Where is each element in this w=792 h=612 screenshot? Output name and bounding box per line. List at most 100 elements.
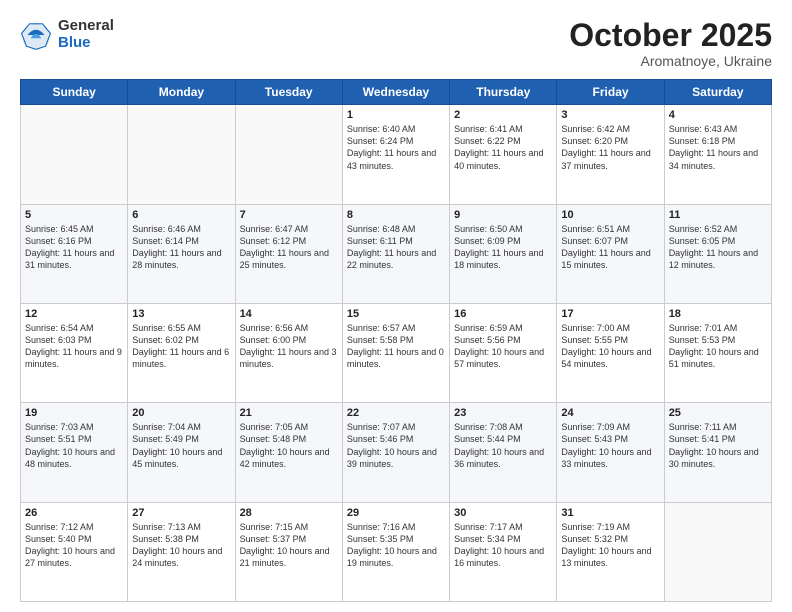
day-info: Sunrise: 6:41 AM Sunset: 6:22 PM Dayligh…: [454, 123, 552, 172]
day-info: Sunrise: 7:15 AM Sunset: 5:37 PM Dayligh…: [240, 521, 338, 570]
calendar-cell: 19 Sunrise: 7:03 AM Sunset: 5:51 PM Dayli…: [21, 403, 128, 502]
weekday-header-tuesday: Tuesday: [235, 80, 342, 105]
day-number: 19: [25, 407, 123, 419]
calendar-cell: 17 Sunrise: 7:00 AM Sunset: 5:55 PM Dayli…: [557, 303, 664, 402]
day-number: 4: [669, 109, 767, 121]
calendar-body: 1Sunrise: 6:40 AM Sunset: 6:24 PM Daylig…: [21, 105, 772, 602]
day-number: 14: [240, 308, 338, 320]
day-number: 27: [132, 507, 230, 519]
day-info: Sunrise: 6:46 AM Sunset: 6:14 PM Dayligh…: [132, 223, 230, 272]
title-block: October 2025 Aromatnoye, Ukraine: [569, 18, 772, 69]
day-number: 26: [25, 507, 123, 519]
day-info: Sunrise: 6:52 AM Sunset: 6:05 PM Dayligh…: [669, 223, 767, 272]
calendar-cell: 30 Sunrise: 7:17 AM Sunset: 5:34 PM Dayli…: [450, 502, 557, 601]
day-number: 15: [347, 308, 445, 320]
calendar-week-0: 1Sunrise: 6:40 AM Sunset: 6:24 PM Daylig…: [21, 105, 772, 204]
month-title: October 2025: [569, 18, 772, 53]
day-info: Sunrise: 7:12 AM Sunset: 5:40 PM Dayligh…: [25, 521, 123, 570]
weekday-header-thursday: Thursday: [450, 80, 557, 105]
day-info: Sunrise: 6:45 AM Sunset: 6:16 PM Dayligh…: [25, 223, 123, 272]
calendar-header: SundayMondayTuesdayWednesdayThursdayFrid…: [21, 80, 772, 105]
calendar-cell: 23 Sunrise: 7:08 AM Sunset: 5:44 PM Dayli…: [450, 403, 557, 502]
day-info: Sunrise: 6:59 AM Sunset: 5:56 PM Dayligh…: [454, 322, 552, 371]
day-info: Sunrise: 6:51 AM Sunset: 6:07 PM Dayligh…: [561, 223, 659, 272]
day-number: 3: [561, 109, 659, 121]
day-number: 12: [25, 308, 123, 320]
calendar-cell: 13Sunrise: 6:55 AM Sunset: 6:02 PM Dayli…: [128, 303, 235, 402]
day-number: 13: [132, 308, 230, 320]
day-info: Sunrise: 6:56 AM Sunset: 6:00 PM Dayligh…: [240, 322, 338, 371]
day-info: Sunrise: 6:50 AM Sunset: 6:09 PM Dayligh…: [454, 223, 552, 272]
calendar-cell: 15 Sunrise: 6:57 AM Sunset: 5:58 PM Dayli…: [342, 303, 449, 402]
calendar-cell: 18 Sunrise: 7:01 AM Sunset: 5:53 PM Dayli…: [664, 303, 771, 402]
day-info: Sunrise: 7:09 AM Sunset: 5:43 PM Dayligh…: [561, 421, 659, 470]
day-number: 20: [132, 407, 230, 419]
logo: General Blue: [20, 18, 114, 51]
day-info: Sunrise: 6:47 AM Sunset: 6:12 PM Dayligh…: [240, 223, 338, 272]
day-number: 23: [454, 407, 552, 419]
calendar-cell: [128, 105, 235, 204]
day-number: 17: [561, 308, 659, 320]
day-number: 28: [240, 507, 338, 519]
page: General Blue October 2025 Aromatnoye, Uk…: [0, 0, 792, 612]
logo-general-text: General: [58, 18, 114, 35]
day-number: 10: [561, 209, 659, 221]
calendar-cell: 2Sunrise: 6:41 AM Sunset: 6:22 PM Daylig…: [450, 105, 557, 204]
day-number: 25: [669, 407, 767, 419]
calendar-cell: 8 Sunrise: 6:48 AM Sunset: 6:11 PM Daylig…: [342, 204, 449, 303]
calendar-cell: 7Sunrise: 6:47 AM Sunset: 6:12 PM Daylig…: [235, 204, 342, 303]
day-info: Sunrise: 7:19 AM Sunset: 5:32 PM Dayligh…: [561, 521, 659, 570]
day-number: 21: [240, 407, 338, 419]
calendar-cell: 26 Sunrise: 7:12 AM Sunset: 5:40 PM Dayli…: [21, 502, 128, 601]
day-info: Sunrise: 6:42 AM Sunset: 6:20 PM Dayligh…: [561, 123, 659, 172]
calendar-cell: 31Sunrise: 7:19 AM Sunset: 5:32 PM Dayli…: [557, 502, 664, 601]
calendar-cell: [21, 105, 128, 204]
weekday-header-wednesday: Wednesday: [342, 80, 449, 105]
day-info: Sunrise: 7:07 AM Sunset: 5:46 PM Dayligh…: [347, 421, 445, 470]
day-number: 30: [454, 507, 552, 519]
calendar-cell: 6Sunrise: 6:46 AM Sunset: 6:14 PM Daylig…: [128, 204, 235, 303]
weekday-header-friday: Friday: [557, 80, 664, 105]
day-info: Sunrise: 6:57 AM Sunset: 5:58 PM Dayligh…: [347, 322, 445, 371]
calendar-cell: 4 Sunrise: 6:43 AM Sunset: 6:18 PM Daylig…: [664, 105, 771, 204]
calendar-cell: 11 Sunrise: 6:52 AM Sunset: 6:05 PM Dayli…: [664, 204, 771, 303]
day-info: Sunrise: 6:48 AM Sunset: 6:11 PM Dayligh…: [347, 223, 445, 272]
calendar-cell: 5Sunrise: 6:45 AM Sunset: 6:16 PM Daylig…: [21, 204, 128, 303]
calendar-week-1: 5Sunrise: 6:45 AM Sunset: 6:16 PM Daylig…: [21, 204, 772, 303]
day-info: Sunrise: 6:43 AM Sunset: 6:18 PM Dayligh…: [669, 123, 767, 172]
calendar-cell: [664, 502, 771, 601]
day-number: 18: [669, 308, 767, 320]
calendar-cell: 9 Sunrise: 6:50 AM Sunset: 6:09 PM Daylig…: [450, 204, 557, 303]
day-info: Sunrise: 7:03 AM Sunset: 5:51 PM Dayligh…: [25, 421, 123, 470]
calendar-cell: 21Sunrise: 7:05 AM Sunset: 5:48 PM Dayli…: [235, 403, 342, 502]
day-info: Sunrise: 7:01 AM Sunset: 5:53 PM Dayligh…: [669, 322, 767, 371]
day-number: 16: [454, 308, 552, 320]
logo-blue-text: Blue: [58, 35, 114, 52]
day-number: 22: [347, 407, 445, 419]
day-number: 24: [561, 407, 659, 419]
day-info: Sunrise: 7:00 AM Sunset: 5:55 PM Dayligh…: [561, 322, 659, 371]
calendar-week-4: 26 Sunrise: 7:12 AM Sunset: 5:40 PM Dayli…: [21, 502, 772, 601]
logo-text: General Blue: [58, 18, 114, 51]
day-number: 9: [454, 209, 552, 221]
day-number: 8: [347, 209, 445, 221]
weekday-header-monday: Monday: [128, 80, 235, 105]
calendar-cell: 10 Sunrise: 6:51 AM Sunset: 6:07 PM Dayli…: [557, 204, 664, 303]
calendar-cell: 28 Sunrise: 7:15 AM Sunset: 5:37 PM Dayli…: [235, 502, 342, 601]
calendar-cell: 16 Sunrise: 6:59 AM Sunset: 5:56 PM Dayli…: [450, 303, 557, 402]
day-number: 11: [669, 209, 767, 221]
calendar-table: SundayMondayTuesdayWednesdayThursdayFrid…: [20, 79, 772, 602]
day-info: Sunrise: 7:17 AM Sunset: 5:34 PM Dayligh…: [454, 521, 552, 570]
calendar-cell: 29Sunrise: 7:16 AM Sunset: 5:35 PM Dayli…: [342, 502, 449, 601]
day-info: Sunrise: 7:08 AM Sunset: 5:44 PM Dayligh…: [454, 421, 552, 470]
calendar-cell: 1Sunrise: 6:40 AM Sunset: 6:24 PM Daylig…: [342, 105, 449, 204]
weekday-row: SundayMondayTuesdayWednesdayThursdayFrid…: [21, 80, 772, 105]
calendar-cell: 24 Sunrise: 7:09 AM Sunset: 5:43 PM Dayli…: [557, 403, 664, 502]
day-number: 29: [347, 507, 445, 519]
calendar-cell: 20 Sunrise: 7:04 AM Sunset: 5:49 PM Dayli…: [128, 403, 235, 502]
calendar-cell: 12Sunrise: 6:54 AM Sunset: 6:03 PM Dayli…: [21, 303, 128, 402]
calendar-cell: 3 Sunrise: 6:42 AM Sunset: 6:20 PM Daylig…: [557, 105, 664, 204]
weekday-header-sunday: Sunday: [21, 80, 128, 105]
calendar-cell: [235, 105, 342, 204]
day-info: Sunrise: 7:04 AM Sunset: 5:49 PM Dayligh…: [132, 421, 230, 470]
